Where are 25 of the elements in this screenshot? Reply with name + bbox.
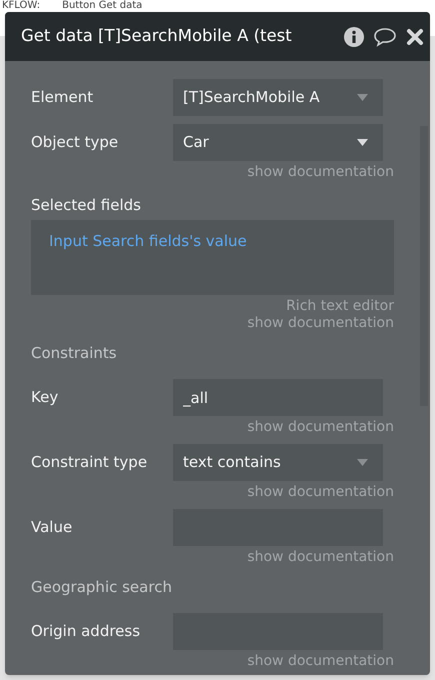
input-field[interactable]: _all	[173, 379, 383, 416]
field-label: Constraint type	[30, 452, 148, 474]
dropdown[interactable]: Car	[173, 124, 383, 161]
section-heading: Constraints	[31, 344, 117, 362]
field-label: Object type	[30, 132, 120, 154]
rich-text-field[interactable]: Input Search fields's value	[31, 220, 394, 295]
field-label: Origin address	[30, 621, 142, 642]
field-label: Selected fields	[31, 196, 141, 214]
field-label: Key	[30, 387, 60, 408]
dropdown[interactable]: text contains	[173, 444, 383, 481]
field-label: Value	[30, 517, 74, 538]
documentation-link[interactable]: show documentation	[247, 164, 394, 181]
close-icon[interactable]	[406, 28, 424, 46]
documentation-link[interactable]: show documentation	[247, 653, 394, 670]
dropdown[interactable]: [T]SearchMobile A	[173, 79, 383, 116]
documentation-link[interactable]: show documentation	[247, 419, 394, 436]
documentation-link[interactable]: show documentation	[247, 315, 394, 332]
field-label: Element	[30, 87, 94, 108]
section-heading: Geographic search	[31, 578, 172, 596]
comment-icon[interactable]	[373, 26, 397, 46]
info-icon[interactable]	[344, 26, 364, 46]
panel-title: Get data [T]SearchMobile A (test	[21, 25, 293, 48]
documentation-link[interactable]: show documentation	[247, 549, 394, 566]
documentation-link[interactable]: show documentation	[247, 484, 394, 501]
editor-note: Rich text editor	[286, 298, 394, 315]
